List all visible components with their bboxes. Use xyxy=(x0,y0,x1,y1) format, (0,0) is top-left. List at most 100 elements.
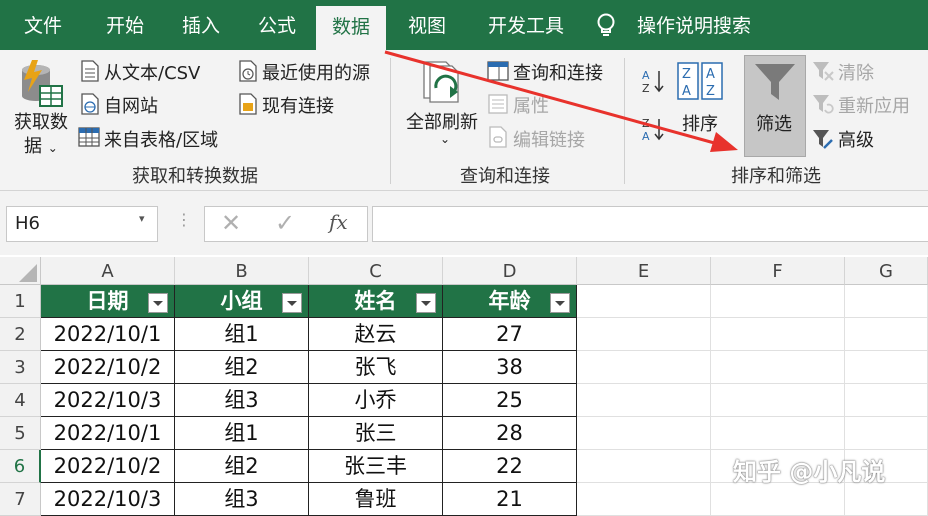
table-header-cell[interactable]: 日期 xyxy=(41,285,175,318)
cell-age[interactable]: 27 xyxy=(443,318,577,351)
advanced-button[interactable]: 高级 xyxy=(838,126,874,152)
tab-home[interactable]: 开始 xyxy=(94,0,156,50)
recent-sources-button[interactable]: 最近使用的源 xyxy=(262,59,370,85)
tab-developer[interactable]: 开发工具 xyxy=(474,0,578,50)
column-header-e[interactable]: E xyxy=(577,257,711,285)
chevron-down-icon[interactable]: ▾ xyxy=(139,212,145,225)
sort-button[interactable]: 排序 xyxy=(682,110,718,136)
cell-date[interactable]: 2022/10/3 xyxy=(41,483,175,516)
empty-cell[interactable] xyxy=(845,351,928,384)
chevron-down-icon[interactable]: ⌄ xyxy=(440,132,450,146)
row-header-5[interactable]: 5 xyxy=(0,417,41,450)
cancel-icon[interactable]: ✕ xyxy=(221,209,241,237)
row-header-2[interactable]: 2 xyxy=(0,318,41,351)
empty-cell[interactable] xyxy=(577,285,711,318)
get-data-button[interactable]: 获取数 xyxy=(14,108,68,134)
tab-file[interactable]: 文件 xyxy=(12,0,74,50)
cell-date[interactable]: 2022/10/3 xyxy=(41,384,175,417)
cell-date[interactable]: 2022/10/2 xyxy=(41,351,175,384)
tab-data[interactable]: 数据 xyxy=(316,6,386,50)
empty-cell[interactable] xyxy=(845,384,928,417)
cell-age[interactable]: 38 xyxy=(443,351,577,384)
filter-dropdown-icon[interactable] xyxy=(148,293,168,313)
cell-name[interactable]: 小乔 xyxy=(309,384,443,417)
clear-button[interactable]: 清除 xyxy=(838,59,874,85)
empty-cell[interactable] xyxy=(845,318,928,351)
cell-group[interactable]: 组1 xyxy=(175,417,309,450)
cell-name[interactable]: 张飞 xyxy=(309,351,443,384)
empty-cell[interactable] xyxy=(577,417,711,450)
cell-name[interactable]: 赵云 xyxy=(309,318,443,351)
cell-date[interactable]: 2022/10/2 xyxy=(41,450,175,483)
cell-group[interactable]: 组3 xyxy=(175,384,309,417)
cell-group[interactable]: 组1 xyxy=(175,318,309,351)
insert-function-icon[interactable]: fx xyxy=(329,210,348,234)
filter-button[interactable]: 筛选 xyxy=(744,55,806,157)
lightbulb-icon[interactable] xyxy=(595,13,617,39)
empty-cell[interactable] xyxy=(845,285,928,318)
column-header-g[interactable]: G xyxy=(845,257,928,285)
empty-cell[interactable] xyxy=(577,351,711,384)
row-header-7[interactable]: 7 xyxy=(0,483,41,516)
table-header-cell[interactable]: 小组 xyxy=(175,285,309,318)
empty-cell[interactable] xyxy=(711,417,845,450)
cell-age[interactable]: 25 xyxy=(443,384,577,417)
empty-cell[interactable] xyxy=(577,384,711,417)
row-header-3[interactable]: 3 xyxy=(0,351,41,384)
reapply-button[interactable]: 重新应用 xyxy=(838,92,910,118)
sort-ascending-icon[interactable]: A Z xyxy=(640,68,666,94)
empty-cell[interactable] xyxy=(577,318,711,351)
tab-insert[interactable]: 插入 xyxy=(170,0,232,50)
cell-date[interactable]: 2022/10/1 xyxy=(41,417,175,450)
drag-handle-icon[interactable]: ⋮ xyxy=(176,210,192,229)
confirm-icon[interactable]: ✓ xyxy=(275,209,295,237)
name-box[interactable]: H6 ▾ xyxy=(6,206,158,242)
select-all-button[interactable] xyxy=(0,257,41,285)
queries-connections-button[interactable]: 查询和连接 xyxy=(513,59,603,85)
row-header-4[interactable]: 4 xyxy=(0,384,41,417)
tab-formulas[interactable]: 公式 xyxy=(246,0,308,50)
sort-descending-icon[interactable]: Z A xyxy=(640,116,666,142)
filter-dropdown-icon[interactable] xyxy=(416,293,436,313)
empty-cell[interactable] xyxy=(711,318,845,351)
cell-group[interactable]: 组2 xyxy=(175,351,309,384)
column-header-b[interactable]: B xyxy=(175,257,309,285)
formula-input[interactable] xyxy=(372,206,928,242)
empty-cell[interactable] xyxy=(845,483,928,516)
table-header-cell[interactable]: 姓名 xyxy=(309,285,443,318)
row-header-6[interactable]: 6 xyxy=(0,450,41,483)
filter-dropdown-icon[interactable] xyxy=(282,293,302,313)
filter-dropdown-icon[interactable] xyxy=(550,293,570,313)
empty-cell[interactable] xyxy=(845,417,928,450)
cell-age[interactable]: 28 xyxy=(443,417,577,450)
empty-cell[interactable] xyxy=(577,483,711,516)
column-header-d[interactable]: D xyxy=(443,257,577,285)
properties-button[interactable]: 属性 xyxy=(513,92,549,118)
row-header-1[interactable]: 1 xyxy=(0,285,41,318)
empty-cell[interactable] xyxy=(711,483,845,516)
from-web-button[interactable]: 自网站 xyxy=(104,92,158,118)
empty-cell[interactable] xyxy=(711,384,845,417)
cell-name[interactable]: 鲁班 xyxy=(309,483,443,516)
empty-cell[interactable] xyxy=(711,351,845,384)
cell-name[interactable]: 张三丰 xyxy=(309,450,443,483)
from-text-csv-button[interactable]: 从文本/CSV xyxy=(104,59,200,85)
cell-date[interactable]: 2022/10/1 xyxy=(41,318,175,351)
cell-group[interactable]: 组3 xyxy=(175,483,309,516)
cell-age[interactable]: 21 xyxy=(443,483,577,516)
table-header-cell[interactable]: 年龄 xyxy=(443,285,577,318)
refresh-all-button[interactable]: 全部刷新 xyxy=(406,108,478,134)
column-header-a[interactable]: A xyxy=(41,257,175,285)
cell-name[interactable]: 张三 xyxy=(309,417,443,450)
column-header-f[interactable]: F xyxy=(711,257,845,285)
from-table-range-button[interactable]: 来自表格/区域 xyxy=(104,126,218,152)
empty-cell[interactable] xyxy=(577,450,711,483)
cell-age[interactable]: 22 xyxy=(443,450,577,483)
tab-view[interactable]: 视图 xyxy=(396,0,458,50)
existing-connections-button[interactable]: 现有连接 xyxy=(262,92,334,118)
tell-me-search[interactable]: 操作说明搜索 xyxy=(628,0,760,50)
edit-links-button[interactable]: 编辑链接 xyxy=(513,126,585,152)
column-header-c[interactable]: C xyxy=(309,257,443,285)
empty-cell[interactable] xyxy=(711,285,845,318)
cell-group[interactable]: 组2 xyxy=(175,450,309,483)
